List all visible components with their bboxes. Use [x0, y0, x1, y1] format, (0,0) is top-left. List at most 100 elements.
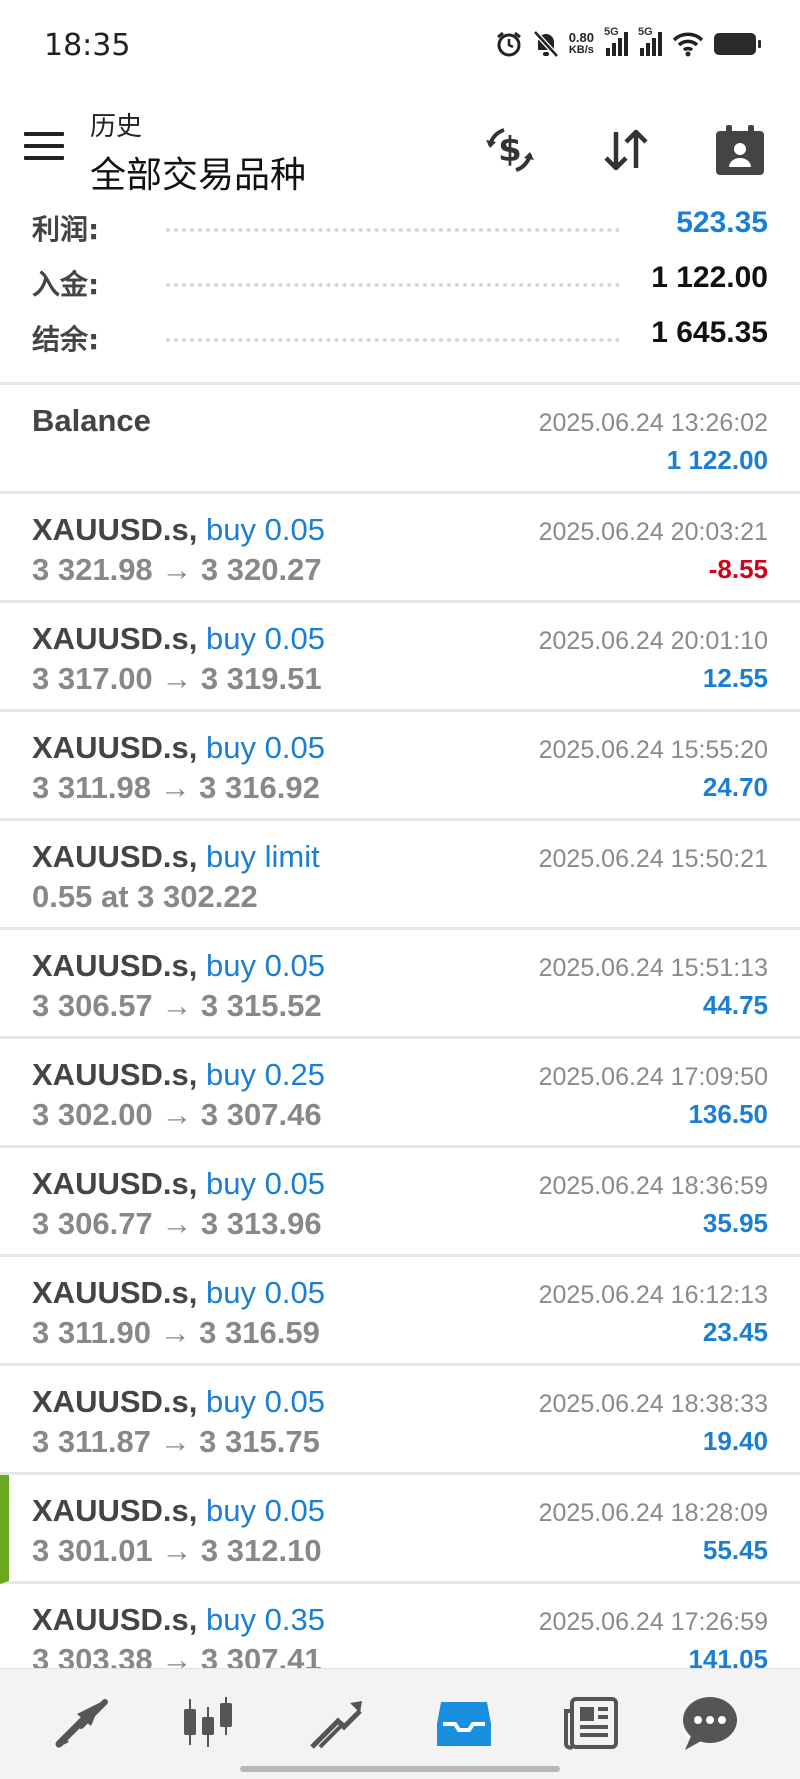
history-icon[interactable]: [432, 1691, 496, 1755]
deal-profit: -8.55: [708, 554, 768, 584]
deal-time: 2025.06.24 20:01:10: [538, 627, 768, 655]
deal-prices: 3 311.98 → 3 316.92: [32, 770, 320, 805]
deal-type: buy 0.05: [206, 512, 325, 547]
deals-list[interactable]: Balance 2025.06.24 13:26:02 1 122.00 XAU…: [0, 382, 800, 1693]
deal-symbol: XAUUSD.s, buy 0.35: [32, 1602, 325, 1638]
deal-symbol: XAUUSD.s, buy limit: [32, 839, 320, 875]
profit-label: 利润:: [32, 213, 100, 246]
deal-row[interactable]: XAUUSD.s, buy 0.05 3 306.57 → 3 315.52 202…: [0, 930, 800, 1039]
deal-row[interactable]: XAUUSD.s, buy limit 0.55 at 3 302.22 2025.…: [0, 821, 800, 930]
deposit-value: 1 122.00: [651, 261, 768, 294]
deal-prices: 3 306.57 → 3 315.52: [32, 988, 322, 1023]
profit-row: 利润: 523.35: [0, 196, 800, 251]
deal-symbol-text: XAUUSD.s,: [32, 1493, 198, 1528]
deal-time: 2025.06.24 15:55:20: [538, 736, 768, 764]
bottom-nav: [0, 1668, 800, 1779]
balance-entry[interactable]: Balance 2025.06.24 13:26:02 1 122.00: [0, 385, 800, 494]
deal-prices: 3 317.00 → 3 319.51: [32, 661, 322, 696]
trade-icon[interactable]: [304, 1691, 368, 1755]
deal-symbol-text: XAUUSD.s,: [32, 948, 198, 983]
signal-icon: 5G: [604, 26, 628, 56]
deal-symbol: XAUUSD.s, buy 0.05: [32, 1384, 325, 1420]
page-title[interactable]: 全部交易品种: [90, 146, 306, 198]
deal-profit: 12.55: [702, 663, 768, 693]
deal-profit: 23.45: [702, 1317, 768, 1347]
deal-symbol: XAUUSD.s, buy 0.05: [32, 948, 325, 984]
deal-type: buy 0.05: [206, 621, 325, 656]
dotted-leader: [166, 283, 620, 287]
deal-row[interactable]: XAUUSD.s, buy 0.05 3 311.90 → 3 316.59 202…: [0, 1257, 800, 1366]
menu-icon[interactable]: [24, 132, 64, 162]
signal-label: 5G: [604, 26, 619, 38]
sort-icon[interactable]: [596, 120, 656, 180]
balance-label: 结余:: [32, 323, 100, 356]
calendar-icon[interactable]: [710, 120, 770, 180]
deal-symbol-text: XAUUSD.s,: [32, 1384, 198, 1419]
deal-type: buy 0.05: [206, 1275, 325, 1310]
deal-symbol: XAUUSD.s, buy 0.05: [32, 512, 325, 548]
deal-row[interactable]: XAUUSD.s, buy 0.05 3 321.98 → 3 320.27 202…: [0, 494, 800, 603]
deal-symbol: XAUUSD.s, buy 0.05: [32, 730, 325, 766]
deal-time: 2025.06.24 17:26:59: [538, 1608, 768, 1636]
deal-type: buy 0.05: [206, 1384, 325, 1419]
deposit-row: 入金: 1 122.00: [0, 251, 800, 306]
deal-prices: 3 321.98 → 3 320.27: [32, 552, 322, 587]
deal-time: 2025.06.24 18:28:09: [538, 1499, 768, 1527]
deal-symbol: XAUUSD.s, buy 0.25: [32, 1057, 325, 1093]
deal-symbol: XAUUSD.s, buy 0.05: [32, 1493, 325, 1529]
chat-icon[interactable]: [678, 1691, 742, 1755]
quotes-icon[interactable]: [50, 1691, 114, 1755]
history-summary: 利润: 523.35 入金: 1 122.00 结余: 1 645.35: [0, 196, 800, 361]
deal-type: buy 0.25: [206, 1057, 325, 1092]
deal-symbol: XAUUSD.s, buy 0.05: [32, 1275, 325, 1311]
balance-value: 1 645.35: [651, 316, 768, 349]
currency-exchange-icon[interactable]: $: [480, 120, 540, 180]
signal-label-2: 5G: [638, 26, 653, 38]
profit-value: 523.35: [676, 206, 768, 239]
dotted-leader: [166, 338, 620, 342]
deal-symbol-text: XAUUSD.s,: [32, 1275, 198, 1310]
balance-entry-amount: 1 122.00: [666, 445, 768, 475]
dotted-leader: [166, 228, 620, 232]
deal-time: 2025.06.24 15:50:21: [538, 845, 768, 873]
deal-prices: 3 301.01 → 3 312.10: [32, 1533, 322, 1568]
deal-time: 2025.06.24 20:03:21: [538, 518, 768, 546]
deal-symbol-text: XAUUSD.s,: [32, 512, 198, 547]
chart-icon[interactable]: [176, 1691, 240, 1755]
status-icons: 0.80 KB/s 5G 5G: [495, 26, 761, 58]
deal-profit: 55.45: [702, 1535, 768, 1565]
mute-bell-icon: [532, 30, 559, 58]
net-speed-unit: KB/s: [568, 44, 594, 56]
news-icon[interactable]: [560, 1691, 624, 1755]
deal-row[interactable]: XAUUSD.s, buy 0.05 3 306.77 → 3 313.96 202…: [0, 1148, 800, 1257]
deal-row[interactable]: XAUUSD.s, buy 0.05 3 317.00 → 3 319.51 202…: [0, 603, 800, 712]
deal-row[interactable]: XAUUSD.s, buy 0.05 3 301.01 → 3 312.10 202…: [0, 1475, 800, 1584]
deal-type: buy 0.05: [206, 1493, 325, 1528]
trade-rows: XAUUSD.s, buy 0.05 3 321.98 → 3 320.27 202…: [0, 494, 800, 1693]
deal-time: 2025.06.24 18:36:59: [538, 1172, 768, 1200]
deal-row[interactable]: XAUUSD.s, buy 0.05 3 311.98 → 3 316.92 202…: [0, 712, 800, 821]
deal-symbol-text: XAUUSD.s,: [32, 621, 198, 656]
deal-prices: 0.55 at 3 302.22: [32, 879, 258, 914]
deal-profit: 44.75: [702, 990, 768, 1020]
deal-type: buy 0.05: [206, 730, 325, 765]
deal-type: buy limit: [206, 839, 320, 874]
deal-row[interactable]: XAUUSD.s, buy 0.05 3 311.87 → 3 315.75 202…: [0, 1366, 800, 1475]
wifi-icon: [672, 32, 704, 57]
deal-time: 2025.06.24 18:38:33: [538, 1390, 768, 1418]
net-speed-value: 0.80: [568, 30, 594, 45]
deal-type: buy 0.05: [206, 1166, 325, 1201]
deal-time: 2025.06.24 17:09:50: [538, 1063, 768, 1091]
status-bar: 18:35 0.80 KB/s 5G 5G: [0, 0, 800, 96]
status-time: 18:35: [44, 28, 131, 63]
balance-row: 结余: 1 645.35: [0, 306, 800, 361]
deal-prices: 3 302.00 → 3 307.46: [32, 1097, 322, 1132]
app-bar: 历史 全部交易品种 $: [0, 96, 800, 196]
deal-prices: 3 311.90 → 3 316.59: [32, 1315, 320, 1350]
deal-prices: 3 306.77 → 3 313.96: [32, 1206, 322, 1241]
balance-entry-label: Balance: [32, 403, 151, 438]
deal-profit: 24.70: [702, 772, 768, 802]
deal-row[interactable]: XAUUSD.s, buy 0.25 3 302.00 → 3 307.46 202…: [0, 1039, 800, 1148]
deal-symbol-text: XAUUSD.s,: [32, 730, 198, 765]
home-indicator[interactable]: [240, 1766, 560, 1772]
